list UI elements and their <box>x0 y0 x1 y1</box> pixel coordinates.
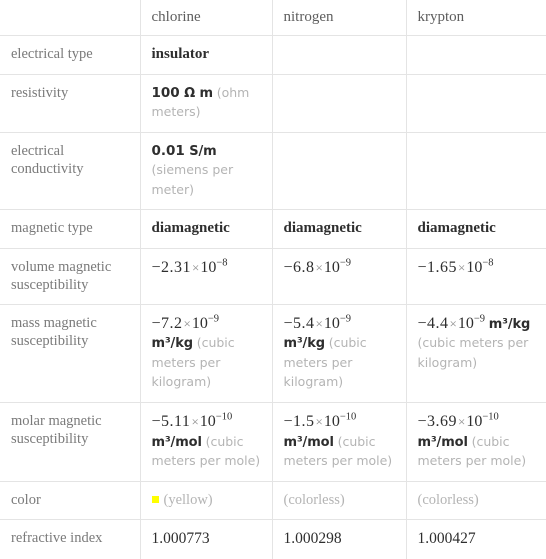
cell-scientific-value: −5.11×10−10 <box>151 411 233 430</box>
row-label: resistivity <box>0 74 141 133</box>
cell-unit: m³/kg <box>151 336 194 352</box>
table-cell <box>272 35 407 75</box>
table-cell: diamagnetic <box>272 209 407 249</box>
cell-value: 1.000773 <box>151 530 210 548</box>
row-label: refractive index <box>0 519 141 559</box>
column-header-nitrogen: nitrogen <box>272 0 407 36</box>
row-label: mass magnetic susceptibility <box>0 304 141 403</box>
table-cell: (colorless) <box>406 481 546 521</box>
table-row: volume magnetic susceptibility −2.31×10−8… <box>0 248 546 305</box>
table-cell: −2.31×10−8 <box>140 248 273 305</box>
table-body: electrical type insulator resistivity 100 Ω… <box>0 35 546 559</box>
table-cell: diamagnetic <box>406 209 546 249</box>
cell-scientific-value: −1.5×10−10 <box>283 411 357 430</box>
table-cell: −1.65×10−8 <box>406 248 546 305</box>
table-row: molar magnetic susceptibility −5.11×10−10… <box>0 402 546 482</box>
color-swatch <box>151 495 159 503</box>
table-cell: 0.01 S/m (siemens per meter) <box>140 132 273 210</box>
cell-note: (cubic meters per kilogram) <box>417 335 529 370</box>
table-row: mass magnetic susceptibility −7.2×10−9 m³… <box>0 304 546 403</box>
table-cell: (yellow) <box>140 481 273 521</box>
table-cell <box>272 132 407 210</box>
cell-scientific-value: −4.4×10−9 <box>417 313 486 332</box>
cell-color-name: (colorless) <box>417 491 479 508</box>
row-label: color <box>0 481 141 521</box>
cell-color-name: (yellow) <box>163 491 213 508</box>
header-row: chlorine nitrogen krypton <box>0 0 546 36</box>
cell-value: diamagnetic <box>151 220 230 236</box>
cell-value: insulator <box>151 46 210 62</box>
table-cell: −6.8×10−9 <box>272 248 407 305</box>
table-row: electrical type insulator <box>0 35 546 75</box>
table-cell: −4.4×10−9 m³/kg (cubic meters per kilogr… <box>406 304 546 403</box>
table-cell: 1.000298 <box>272 519 407 559</box>
properties-table: chlorine nitrogen krypton electrical typ… <box>0 0 546 559</box>
cell-scientific-value: −5.4×10−9 <box>283 313 352 332</box>
table-row: refractive index 1.000773 1.000298 1.000427 <box>0 519 546 559</box>
table-header: chlorine nitrogen krypton <box>0 0 546 36</box>
row-label: electrical type <box>0 35 141 75</box>
table-cell: (colorless) <box>272 481 407 521</box>
table-cell <box>272 74 407 133</box>
cell-scientific-value: −7.2×10−9 <box>151 313 220 332</box>
table-row: magnetic type diamagnetic diamagnetic diama… <box>0 209 546 249</box>
cell-unit: m³/kg <box>488 316 531 332</box>
cell-color-name: (colorless) <box>283 491 345 508</box>
row-label: volume magnetic susceptibility <box>0 248 141 305</box>
cell-scientific-value: −6.8×10−9 <box>283 257 352 276</box>
cell-number: 0.01 <box>151 142 185 159</box>
cell-note: (siemens per meter) <box>151 162 234 197</box>
row-label: magnetic type <box>0 209 141 249</box>
table-cell: −7.2×10−9 m³/kg (cubic meters per kilogr… <box>140 304 273 403</box>
table-cell: 1.000773 <box>140 519 273 559</box>
table-cell: diamagnetic <box>140 209 273 249</box>
cell-value: 1.000298 <box>283 530 342 548</box>
table-cell: −5.11×10−10 m³/mol (cubic meters per mol… <box>140 402 273 482</box>
row-label: electrical conductivity <box>0 132 141 210</box>
cell-unit: m³/mol <box>417 434 468 450</box>
cell-number: 100 <box>151 84 180 101</box>
column-header-krypton: krypton <box>406 0 546 36</box>
header-corner-cell <box>0 0 141 36</box>
table-row: color (yellow) (colorless) (colorless) <box>0 481 546 521</box>
table-cell <box>406 74 546 133</box>
cell-scientific-value: −1.65×10−8 <box>417 257 494 276</box>
table-cell: −1.5×10−10 m³/mol (cubic meters per mole… <box>272 402 407 482</box>
table-cell: insulator <box>140 35 273 75</box>
table-row: electrical conductivity 0.01 S/m (siemens… <box>0 132 546 210</box>
table-cell <box>406 35 546 75</box>
cell-value: 1.000427 <box>417 530 476 548</box>
table-cell: 1.000427 <box>406 520 546 559</box>
table-cell: −3.69×10−10 m³/mol (cubic meters per mol… <box>406 402 546 482</box>
row-label: molar magnetic susceptibility <box>0 402 141 482</box>
cell-scientific-value: −3.69×10−10 <box>417 411 499 430</box>
cell-unit: S/m <box>184 143 217 159</box>
cell-unit: m³/mol <box>151 434 202 450</box>
cell-value: diamagnetic <box>417 220 496 236</box>
column-header-chlorine: chlorine <box>140 0 273 36</box>
table-row: resistivity 100 Ω m (ohm meters) <box>0 74 546 133</box>
table-cell <box>406 132 546 210</box>
cell-unit: Ω m <box>179 85 213 101</box>
table-cell: 100 Ω m (ohm meters) <box>140 74 273 133</box>
cell-scientific-value: −2.31×10−8 <box>151 257 228 276</box>
cell-unit: m³/kg <box>283 336 326 352</box>
cell-unit: m³/mol <box>283 434 334 450</box>
cell-value: diamagnetic <box>283 220 362 236</box>
table-cell: −5.4×10−9 m³/kg (cubic meters per kilogr… <box>272 304 407 403</box>
